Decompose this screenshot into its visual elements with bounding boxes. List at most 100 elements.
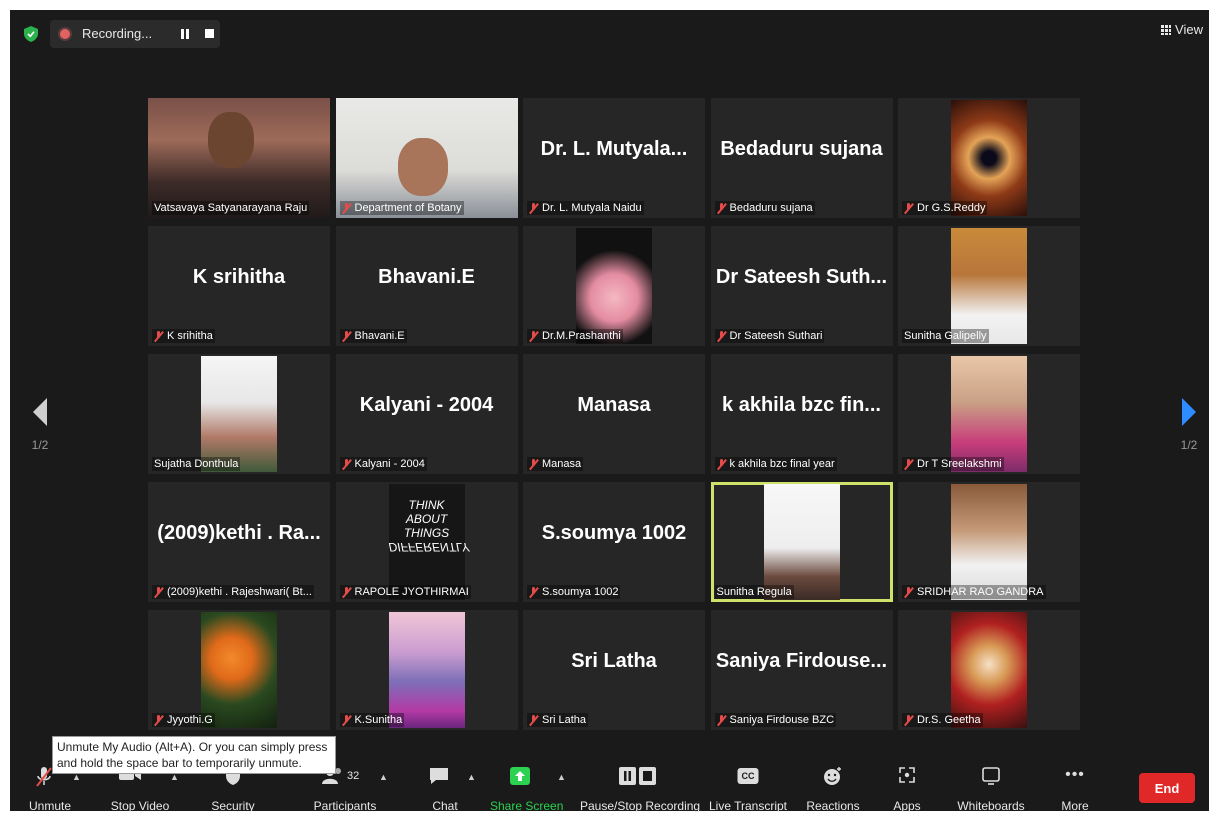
meeting-window: Recording... View 1/2 1/2 Vatsavaya Saty… xyxy=(10,10,1209,811)
participant-name: S.soumya 1002 xyxy=(542,586,619,598)
participant-video xyxy=(951,100,1027,216)
participant-display-name: Manasa xyxy=(577,394,651,416)
chat-button[interactable]: ▲ Chat xyxy=(415,760,476,813)
participant-display-name: Dr. L. Mutyala... xyxy=(540,138,688,160)
participant-tile[interactable]: Sri Latha Sri Latha xyxy=(523,610,705,730)
arrow-left-icon xyxy=(33,398,47,426)
recording-label: Recording... xyxy=(82,26,153,41)
muted-mic-icon xyxy=(529,458,538,470)
participant-tile[interactable]: K srihitha K srihitha xyxy=(148,226,330,346)
participant-name: Department of Botany xyxy=(354,202,462,214)
emoji-reactions-icon xyxy=(824,767,841,785)
participant-tile[interactable]: Bedaduru sujana Bedaduru sujana xyxy=(710,98,893,218)
participant-tile[interactable]: Dr Sateesh Suth... Dr Sateesh Suthari xyxy=(710,226,893,346)
participant-tile[interactable]: Vatsavaya Satyanarayana Raju xyxy=(148,98,330,218)
participant-name-label: SRIDHAR RAO GANDRA xyxy=(902,585,1046,599)
participant-name-label: Sunitha Regula xyxy=(714,585,794,599)
participant-tile[interactable]: Manasa Manasa xyxy=(523,354,705,474)
muted-mic-icon xyxy=(342,458,351,470)
participant-tile[interactable]: Sunitha Galipelly xyxy=(898,226,1080,346)
participants-count: 32 xyxy=(347,770,360,782)
participant-tile[interactable]: Dr T Sreelakshmi xyxy=(898,354,1080,474)
profile-image-text: THINK xyxy=(408,498,445,512)
participant-tile[interactable]: Dr. L. Mutyala... Dr. L. Mutyala Naidu xyxy=(523,98,705,218)
participant-display-name: (2009)kethi . Ra... xyxy=(157,522,321,544)
participant-name: Sunitha Regula xyxy=(716,586,792,598)
chat-caret-icon[interactable]: ▲ xyxy=(467,772,476,782)
participant-tile[interactable]: S.soumya 1002 S.soumya 1002 xyxy=(523,482,705,602)
participant-video xyxy=(951,356,1027,472)
participant-tile[interactable]: THINK ABOUT THINGS DIFFERENTLY RAPOLE JYOTHI… xyxy=(335,482,518,602)
muted-mic-icon xyxy=(904,202,913,214)
participant-name: K.Sunitha xyxy=(354,714,403,726)
participant-tile[interactable]: Kalyani - 2004 Kalyani - 2004 xyxy=(335,354,518,474)
participant-name: (2009)kethi . Rajeshwari( Bt... xyxy=(167,586,312,598)
muted-mic-icon xyxy=(154,330,163,342)
participant-tile[interactable]: Bhavani.E Bhavani.E xyxy=(335,226,518,346)
participant-tile[interactable]: Saniya Firdouse... Saniya Firdouse BZC xyxy=(710,610,893,730)
participant-tile[interactable]: Jyyothi.G xyxy=(148,610,330,730)
participant-video: THINK ABOUT THINGS DIFFERENTLY xyxy=(388,484,469,600)
participant-tile[interactable]: k akhila bzc fin... k akhila bzc final ye… xyxy=(710,354,893,474)
participant-name-label: Sunitha Galipelly xyxy=(902,329,989,343)
pause-recording-icon[interactable] xyxy=(180,29,190,39)
participant-name: Dr Sateesh Suthari xyxy=(729,330,823,342)
participants-caret-icon[interactable]: ▲ xyxy=(379,772,388,782)
participant-name: Dr.S. Geetha xyxy=(917,714,981,726)
page-indicator-left: 1/2 xyxy=(31,438,49,452)
muted-mic-icon xyxy=(904,714,913,726)
muted-mic-icon xyxy=(529,330,538,342)
share-screen-icon xyxy=(510,767,530,785)
previous-page-button[interactable]: 1/2 xyxy=(20,398,60,452)
participant-name-label: Sujatha Donthula xyxy=(152,457,241,471)
participant-tile[interactable]: Dr G.S.Reddy xyxy=(898,98,1080,218)
participant-name: k akhila bzc final year xyxy=(729,458,835,470)
participant-name-label: Dr G.S.Reddy xyxy=(902,201,988,215)
whiteboards-button[interactable]: Whiteboards xyxy=(948,760,1034,813)
more-button[interactable]: ••• More xyxy=(1050,760,1100,813)
participant-name-label: Bedaduru sujana xyxy=(714,201,815,215)
muted-mic-icon xyxy=(904,586,913,598)
stop-recording-icon[interactable] xyxy=(205,29,214,38)
share-caret-icon[interactable]: ▲ xyxy=(557,772,566,782)
participant-name-label: Department of Botany xyxy=(339,201,464,215)
profile-image-text: THINGS xyxy=(403,526,450,540)
participant-tile[interactable]: (2009)kethi . Ra... (2009)kethi . Rajeshw… xyxy=(148,482,330,602)
participant-name: Manasa xyxy=(542,458,582,470)
participant-name: Jyyothi.G xyxy=(167,714,213,726)
share-screen-button[interactable]: ▲ Share Screen xyxy=(490,760,566,813)
next-page-button[interactable]: 1/2 xyxy=(1169,398,1209,452)
participant-display-name: Bedaduru sujana xyxy=(720,138,883,160)
participant-tile[interactable]: Dr.S. Geetha xyxy=(898,610,1080,730)
participant-display-name: Saniya Firdouse... xyxy=(715,650,888,672)
participant-tile[interactable]: SRIDHAR RAO GANDRA xyxy=(898,482,1080,602)
reactions-button[interactable]: Reactions xyxy=(802,760,864,813)
participant-name: RAPOLE JYOTHIRMAI xyxy=(354,586,469,598)
end-meeting-button[interactable]: End xyxy=(1139,773,1195,803)
muted-mic-icon xyxy=(342,330,351,342)
participant-display-name: S.soumya 1002 xyxy=(541,522,687,544)
view-button[interactable]: View xyxy=(1161,22,1203,37)
participant-name-label: k akhila bzc final year xyxy=(714,457,837,471)
pause-stop-recording-button[interactable]: Pause/Stop Recording xyxy=(580,760,700,813)
participant-tile[interactable]: Sunitha Regula xyxy=(710,482,893,602)
participant-video xyxy=(951,228,1027,344)
participant-display-name: Dr Sateesh Suth... xyxy=(715,266,888,288)
muted-mic-icon xyxy=(154,586,163,598)
participant-display-name: k akhila bzc fin... xyxy=(722,394,881,416)
participant-video xyxy=(201,356,277,472)
participant-tile[interactable]: Dr.M.Prashanthi xyxy=(523,226,705,346)
shield-icon[interactable] xyxy=(24,26,38,42)
participant-tile[interactable]: K.Sunitha xyxy=(335,610,518,730)
grid-view-icon xyxy=(1161,24,1172,35)
participant-name-label: Saniya Firdouse BZC xyxy=(714,713,837,727)
apps-button[interactable]: Apps xyxy=(882,760,932,813)
participant-tile[interactable]: Department of Botany xyxy=(335,98,518,218)
participant-tile[interactable]: Sujatha Donthula xyxy=(148,354,330,474)
participant-name-label: Dr.M.Prashanthi xyxy=(527,329,623,343)
muted-mic-icon xyxy=(154,714,163,726)
muted-mic-icon xyxy=(529,202,538,214)
live-transcript-button[interactable]: CC Live Transcript xyxy=(708,760,788,813)
participant-name-label: Dr Sateesh Suthari xyxy=(714,329,825,343)
muted-mic-icon xyxy=(717,458,726,470)
